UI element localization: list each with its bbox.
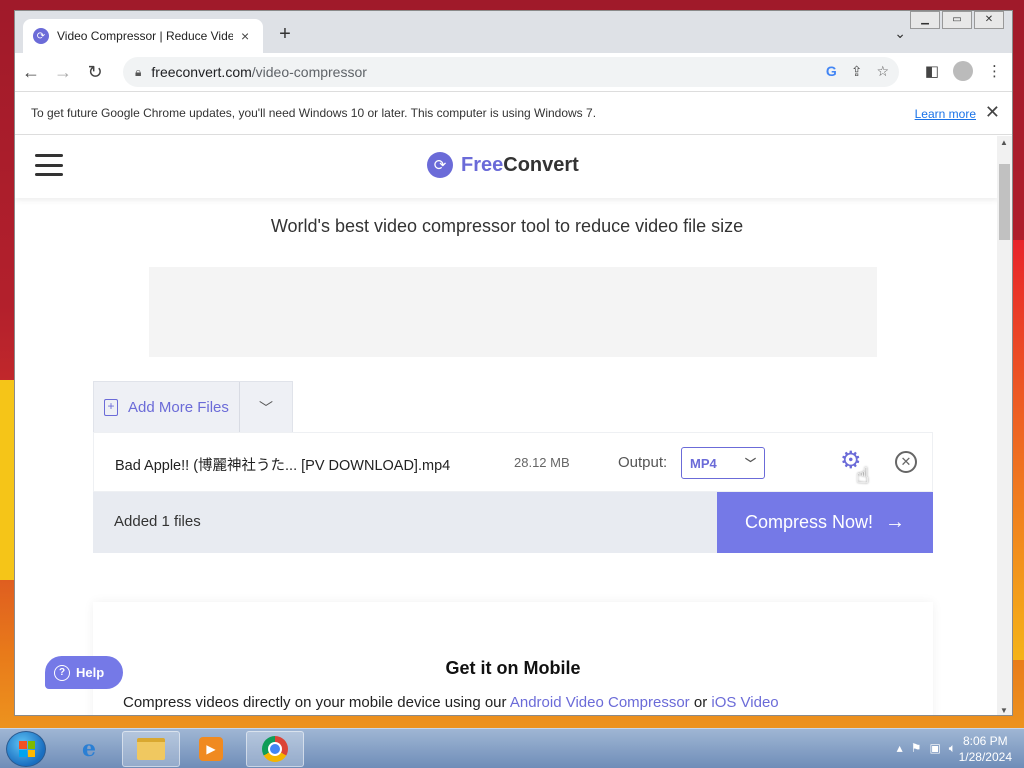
close-window-button[interactable]: ✕ — [974, 11, 1004, 29]
page-subtitle: World's best video compressor tool to re… — [270, 216, 744, 236]
browser-tab[interactable]: ⟳ Video Compressor | Reduce Vide × — [23, 19, 263, 53]
action-center-icon[interactable]: ⚑ — [911, 741, 922, 756]
output-label: Output: — [618, 454, 668, 471]
omnibox-icons: G ⇪ ☆ — [826, 63, 889, 80]
windows-flag-icon — [19, 741, 35, 757]
google-translate-icon[interactable]: G — [826, 63, 837, 80]
tab-title: Video Compressor | Reduce Vide — [57, 29, 233, 43]
start-button[interactable] — [6, 731, 46, 767]
help-question-icon: ? — [54, 664, 70, 681]
scroll-up-icon[interactable]: ▲ — [1000, 138, 1008, 147]
site-header: ⟳ Free Convert — [15, 136, 999, 198]
file-name: Bad Apple!! (博麗神社うた... [PV DOWNLOAD].mp4 — [115, 458, 451, 474]
file-size: 28.12 MB — [514, 455, 570, 470]
action-bar: Added 1 files Compress Now! → — [93, 492, 933, 553]
browser-toolbar: ← → ↻ 🔒︎ freeconvert.com/video-compresso… — [15, 53, 1012, 91]
tray-arrow-icon[interactable]: ▴ — [897, 741, 903, 756]
compress-now-label: Compress Now! — [744, 512, 874, 532]
arrow-right-icon: → — [885, 511, 906, 533]
lock-icon: 🔒︎ — [135, 64, 142, 79]
toolbar-right: ◧ ⋮ — [925, 61, 1002, 81]
chrome-icon — [262, 736, 288, 762]
output-format-select[interactable]: MP4 ﹀ — [681, 447, 765, 479]
scroll-down-icon[interactable]: ▼ — [1000, 706, 1008, 715]
help-label: Help — [76, 665, 105, 680]
scroll-thumb[interactable] — [999, 164, 1010, 240]
minimize-button[interactable]: ▁ — [910, 11, 940, 29]
clock-time: 8:06 PM — [962, 734, 1008, 748]
ios-compressor-link[interactable]: iOS Video — [711, 694, 778, 711]
maximize-button[interactable]: ▭ — [942, 11, 972, 29]
taskbar-clock[interactable]: 8:06 PM 1/28/2024 — [959, 733, 1012, 765]
volume-muted-icon[interactable]: 🔈︎ — [949, 741, 956, 756]
url-host: freeconvert.com — [151, 64, 252, 80]
bookmark-star-icon[interactable]: ☆ — [876, 63, 889, 80]
profile-avatar-icon[interactable] — [953, 61, 973, 81]
web-page: World's best video compressor tool to re… — [15, 136, 999, 715]
android-compressor-link[interactable]: Android Video Compressor — [510, 694, 690, 711]
network-icon[interactable]: ▣ — [929, 741, 940, 756]
taskbar-ie[interactable]: e — [60, 731, 118, 767]
infobar-message: To get future Google Chrome updates, you… — [31, 106, 597, 120]
back-button[interactable]: ← — [15, 62, 47, 83]
taskbar-media-player[interactable]: ▶ — [182, 731, 240, 767]
file-plus-icon: + — [104, 399, 118, 416]
taskbar-chrome[interactable] — [246, 731, 304, 767]
window-controls: ▁ ▭ ✕ — [908, 11, 1004, 29]
share-icon[interactable]: ⇪ — [851, 63, 863, 80]
new-tab-button[interactable]: + — [273, 23, 297, 47]
remove-file-icon[interactable]: ✕ — [895, 451, 917, 473]
mobile-title: Get it on Mobile — [445, 658, 581, 678]
taskbar-explorer[interactable] — [122, 731, 180, 767]
windows-taskbar: e ▶ ▴ ⚑ ▣ 🔈︎ 8:06 PM 1/28/2024 — [0, 728, 1024, 768]
system-tray: ▴ ⚑ ▣ 🔈︎ — [897, 741, 956, 756]
internet-explorer-icon: e — [82, 736, 96, 762]
tab-strip: ⟳ Video Compressor | Reduce Vide × + ⌄ ▁… — [15, 11, 1012, 53]
add-more-files-button[interactable]: + Add More Files — [94, 382, 240, 433]
learn-more-link[interactable]: Learn more — [915, 107, 976, 121]
mobile-text: Compress videos directly on your mobile … — [123, 694, 779, 711]
output-format-value: MP4 — [690, 455, 717, 471]
freeconvert-logo[interactable]: ⟳ Free Convert — [427, 152, 579, 178]
add-files-dropdown-chevron-icon[interactable]: ﹀ — [240, 398, 292, 418]
hamburger-menu-icon[interactable] — [35, 154, 63, 176]
menu-kebab-icon[interactable]: ⋮ — [987, 62, 1002, 80]
mobile-text-prefix: Compress videos directly on your mobile … — [123, 694, 510, 711]
reload-button[interactable]: ↻ — [79, 62, 111, 83]
logo-mark-icon: ⟳ — [427, 152, 453, 178]
tab-close-icon[interactable]: × — [241, 28, 249, 44]
update-infobar: To get future Google Chrome updates, you… — [15, 91, 1012, 135]
add-more-files-group: + Add More Files ﹀ — [93, 381, 293, 433]
logo-text-free: Free — [461, 153, 504, 176]
infobar-close-icon[interactable]: ✕ — [985, 102, 1000, 123]
url-path: /video-compressor — [251, 64, 367, 80]
compress-now-button[interactable]: Compress Now! → — [717, 492, 933, 553]
tab-search-chevron-icon[interactable]: ⌄ — [894, 25, 906, 42]
chrome-window: ⟳ Video Compressor | Reduce Vide × + ⌄ ▁… — [14, 10, 1013, 716]
mobile-card: Get it on Mobile Compress videos directl… — [93, 602, 933, 715]
freeconvert-favicon-icon: ⟳ — [33, 28, 49, 44]
ad-placeholder — [149, 267, 877, 357]
help-button[interactable]: ? Help — [45, 656, 123, 689]
side-panel-icon[interactable]: ◧ — [925, 62, 939, 80]
chevron-down-icon: ﹀ — [745, 458, 756, 470]
address-bar[interactable]: 🔒︎ freeconvert.com/video-compressor G ⇪ … — [123, 57, 899, 87]
forward-button[interactable]: → — [47, 62, 79, 83]
add-more-files-label: Add More Files — [128, 399, 229, 416]
media-player-icon: ▶ — [199, 737, 223, 761]
logo-text-convert: Convert — [503, 153, 579, 176]
page-scrollbar[interactable]: ▲ ▼ — [997, 136, 1012, 715]
file-row: Bad Apple!! (博麗神社うた... [PV DOWNLOAD].mp4… — [93, 432, 933, 492]
folder-icon — [137, 738, 165, 760]
clock-date: 1/28/2024 — [958, 750, 1012, 764]
mobile-text-or: or — [689, 694, 712, 711]
added-files-count: Added 1 files — [114, 513, 201, 530]
mouse-cursor-icon: ☝ — [856, 463, 870, 488]
